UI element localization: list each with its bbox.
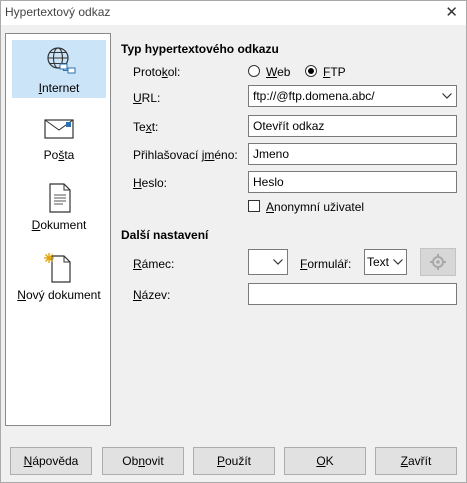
form-label: Formulář:	[300, 257, 352, 271]
sidebar-item-mail[interactable]: Pošta	[12, 108, 106, 166]
events-macro-icon	[430, 254, 446, 270]
sidebar-item-label: Pošta	[43, 148, 75, 162]
frame-label: Rámec:	[133, 257, 175, 271]
url-combobox[interactable]: ftp://@ftp.domena.abc/	[248, 85, 457, 107]
ftp-radio[interactable]	[305, 65, 317, 77]
hyperlink-dialog: Hypertextový odkaz ✕ Internet Pošta Doku…	[0, 0, 467, 483]
sidebar-item-label: Internet	[38, 81, 80, 95]
login-name-input[interactable]: Jmeno	[248, 143, 457, 165]
envelope-icon	[44, 119, 74, 139]
web-radio-label[interactable]: Web	[266, 65, 290, 79]
name-label: Název:	[133, 288, 171, 302]
close-icon[interactable]: ✕	[445, 3, 458, 21]
new-document-icon	[44, 253, 71, 283]
text-label: Text:	[133, 120, 159, 134]
apply-button[interactable]: Použít	[193, 447, 275, 475]
password-label: Heslo:	[133, 176, 168, 190]
frame-combobox[interactable]	[248, 249, 288, 275]
login-name-label: Přihlašovací jméno:	[133, 148, 238, 162]
sidebar-item-label: Dokument	[31, 218, 87, 232]
web-radio[interactable]	[248, 65, 260, 77]
hyperlink-type-sidebar: Internet Pošta Dokument Nový dokument	[5, 33, 111, 426]
chevron-down-icon[interactable]	[438, 87, 455, 105]
url-value: ftp://@ftp.domena.abc/	[253, 89, 375, 103]
close-button[interactable]: Zavřít	[375, 447, 457, 475]
ftp-radio-label[interactable]: FTP	[323, 65, 346, 79]
chevron-down-icon[interactable]	[269, 251, 286, 273]
globe-network-icon	[47, 47, 76, 74]
protocol-label: Protokol:	[133, 65, 181, 79]
reset-button[interactable]: Obnovit	[102, 447, 184, 475]
form-select[interactable]: Text	[364, 249, 407, 275]
title-bar: Hypertextový odkaz ✕	[1, 1, 466, 25]
document-icon	[49, 183, 71, 213]
name-input[interactable]	[248, 283, 457, 305]
sidebar-item-new-document[interactable]: Nový dokument	[12, 248, 106, 306]
section-heading-further-settings: Další nastavení	[121, 228, 209, 242]
anonymous-user-checkbox[interactable]	[248, 200, 260, 212]
chevron-down-icon[interactable]	[390, 251, 405, 273]
sidebar-item-internet[interactable]: Internet	[12, 40, 106, 98]
ok-button[interactable]: OK	[284, 447, 366, 475]
events-button[interactable]	[420, 248, 456, 276]
sidebar-item-label: Nový dokument	[17, 288, 101, 302]
help-button[interactable]: Nápověda	[10, 447, 92, 475]
form-value: Text	[367, 255, 390, 269]
text-input[interactable]: Otevřít odkaz	[248, 115, 457, 137]
url-label: URL:	[133, 91, 161, 105]
password-input[interactable]: Heslo	[248, 171, 457, 193]
sidebar-item-document[interactable]: Dokument	[12, 178, 106, 236]
section-heading-hyperlink-type: Typ hypertextového odkazu	[121, 42, 279, 56]
window-title: Hypertextový odkaz	[5, 5, 111, 19]
anonymous-user-label[interactable]: Anonymní uživatel	[266, 200, 364, 214]
